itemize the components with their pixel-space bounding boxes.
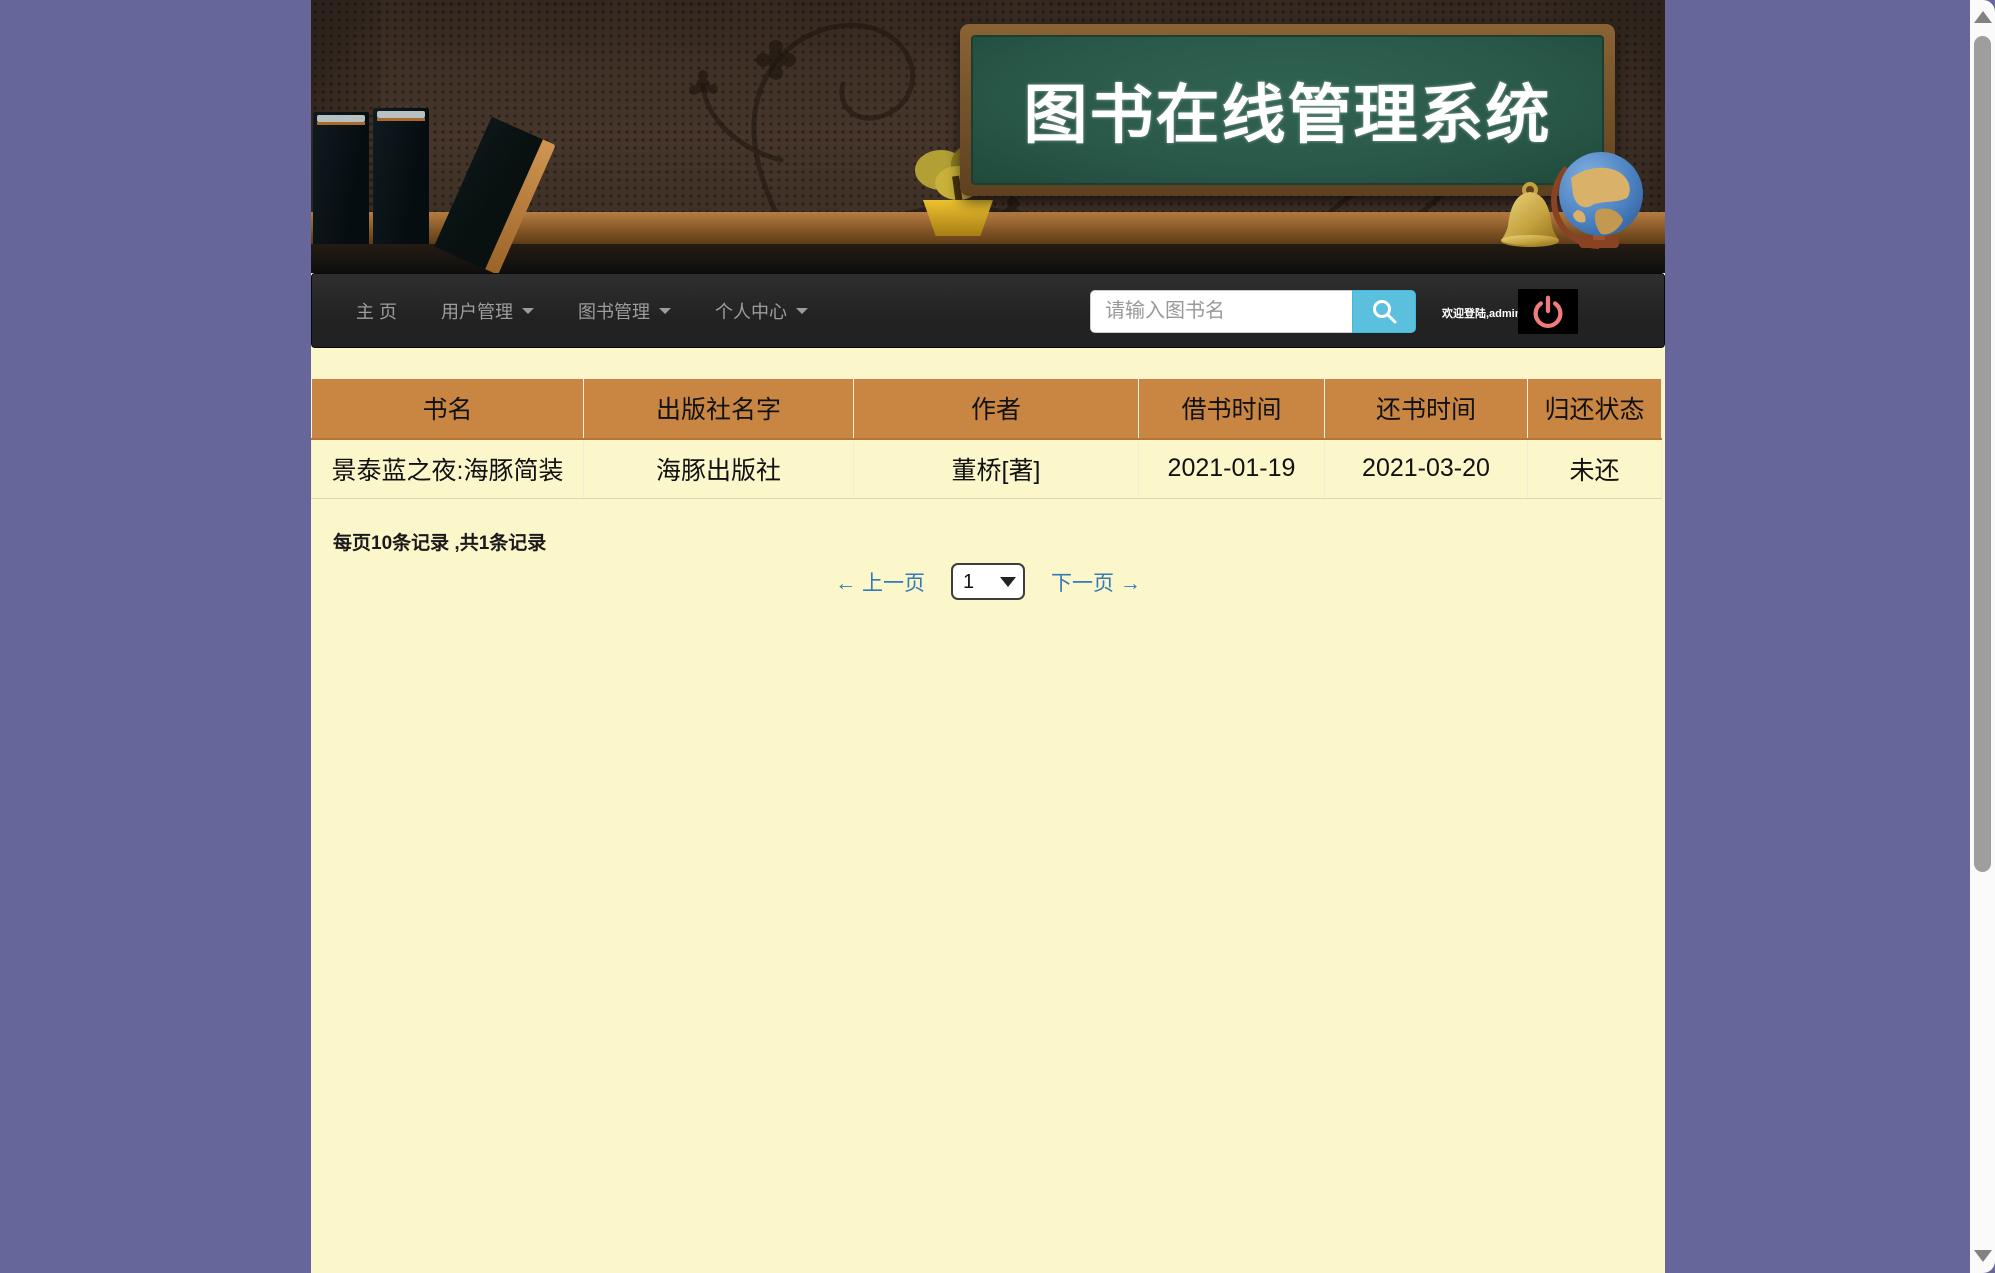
chevron-down-icon	[796, 307, 809, 314]
page-select-wrap: 1	[951, 563, 1025, 600]
nav-item-label: 主 页	[356, 301, 398, 322]
scrollbar-up-arrow-icon[interactable]	[1974, 11, 1992, 23]
next-page-link[interactable]: 下一页 →	[1051, 567, 1141, 597]
borrow-records-section: 书名 出版社名字 作者 借书时间 还书时间 归还状态 景泰蓝之夜:海豚简装 海豚…	[311, 378, 1665, 499]
cell-borrow-date: 2021-01-19	[1138, 438, 1325, 499]
cell-return-status: 未还	[1527, 438, 1662, 499]
cell-return-date: 2021-03-20	[1324, 438, 1528, 499]
nav-item-label: 图书管理	[578, 301, 651, 322]
pagination-controls: ← 上一页 1 下一页 →	[311, 563, 1665, 600]
main-navbar: 主 页 用户管理 图书管理 个人中心 请输入图书名 欢迎登陆,admin!	[311, 273, 1665, 348]
scrollbar-thumb[interactable]	[1974, 36, 1991, 872]
welcome-message: 欢迎登陆,admin!	[1442, 308, 1520, 320]
vertical-scrollbar[interactable]	[1970, 0, 1995, 1273]
prev-page-link[interactable]: ← 上一页	[835, 567, 925, 597]
nav-links: 主 页 用户管理 图书管理 个人中心	[356, 274, 809, 347]
book-decoration	[373, 108, 429, 244]
header-banner: 图书在线管理系统	[311, 0, 1665, 273]
shelf-shadow-decoration	[311, 244, 1665, 273]
chalkboard: 图书在线管理系统	[960, 24, 1615, 196]
book-decoration	[313, 112, 369, 244]
scrollbar-down-arrow-icon[interactable]	[1974, 1250, 1992, 1262]
record-count-summary: 每页10条记录 ,共1条记录	[333, 533, 547, 554]
column-header-return-date: 还书时间	[1324, 378, 1528, 440]
browser-viewport: 图书在线管理系统 主 页 用户管理 图书管理 个人中心 请输入图书名 欢迎登陆,…	[0, 0, 1995, 1273]
chevron-down-icon	[659, 307, 672, 314]
nav-item-home[interactable]: 主 页	[356, 298, 397, 324]
page-content: 图书在线管理系统 主 页 用户管理 图书管理 个人中心 请输入图书名 欢迎登陆,…	[311, 0, 1665, 1273]
search-form	[1090, 290, 1416, 333]
chevron-down-icon	[522, 307, 535, 314]
globe-decoration	[1551, 152, 1643, 249]
chalkboard-surface: 图书在线管理系统	[971, 35, 1604, 185]
search-button[interactable]	[1352, 290, 1416, 333]
logout-button[interactable]	[1518, 289, 1578, 334]
nav-item-label: 个人中心	[715, 301, 788, 322]
cell-publisher: 海豚出版社	[583, 438, 854, 499]
borrow-records-table: 书名 出版社名字 作者 借书时间 还书时间 归还状态 景泰蓝之夜:海豚简装 海豚…	[311, 378, 1662, 499]
nav-item-book-management[interactable]: 图书管理	[578, 298, 672, 324]
table-row: 景泰蓝之夜:海豚简装 海豚出版社 董桥[著] 2021-01-19 2021-0…	[311, 438, 1662, 499]
column-header-book-name: 书名	[311, 378, 584, 440]
search-icon	[1372, 300, 1396, 324]
nav-item-user-management[interactable]: 用户管理	[441, 298, 535, 324]
column-header-return-status: 归还状态	[1527, 378, 1662, 440]
column-header-borrow-date: 借书时间	[1138, 378, 1325, 440]
cell-author: 董桥[著]	[853, 438, 1139, 499]
table-header-row: 书名 出版社名字 作者 借书时间 还书时间 归还状态	[311, 378, 1662, 440]
nav-item-label: 用户管理	[441, 301, 514, 322]
search-input[interactable]	[1090, 290, 1352, 333]
nav-item-personal-center[interactable]: 个人中心	[715, 298, 809, 324]
column-header-author: 作者	[853, 378, 1139, 440]
page-number-select[interactable]: 1	[951, 563, 1025, 600]
column-header-publisher: 出版社名字	[583, 378, 854, 440]
cell-book-name: 景泰蓝之夜:海豚简装	[311, 438, 584, 499]
site-title: 图书在线管理系统	[1023, 79, 1552, 151]
power-icon	[1533, 295, 1563, 328]
